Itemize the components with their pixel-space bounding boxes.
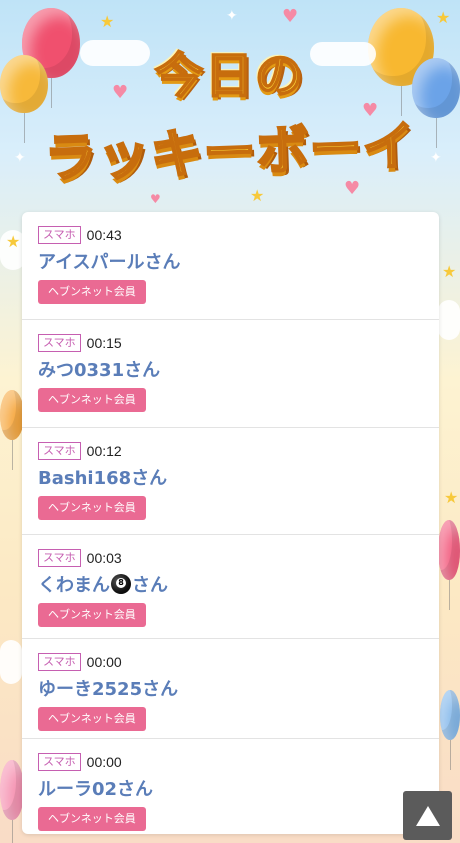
scroll-to-top-button[interactable]: [403, 791, 452, 840]
entry-meta: スマホ 00:12: [38, 440, 423, 462]
user-name-link[interactable]: みつ0331さん: [38, 358, 423, 384]
list-item: スマホ 00:03 くわまん さん ヘブンネット会員: [22, 535, 439, 639]
member-badge: ヘブンネット会員: [38, 807, 146, 831]
member-badge: ヘブンネット会員: [38, 707, 146, 731]
pink-balloon: [438, 520, 460, 610]
entry-meta: スマホ 00:03: [38, 547, 423, 569]
entry-meta: スマホ 00:00: [38, 751, 423, 773]
member-badge: ヘブンネット会員: [38, 603, 146, 627]
device-badge: スマホ: [38, 549, 81, 567]
entry-meta: スマホ 00:00: [38, 651, 423, 673]
star-icon: ★: [436, 8, 451, 27]
device-badge: スマホ: [38, 753, 81, 771]
user-name-link[interactable]: ルーラ02さん: [38, 777, 423, 803]
entry-time: 00:00: [86, 654, 122, 670]
page-title: 今日の ラッキーボーイ: [0, 30, 460, 210]
heart-icon: ♥: [282, 6, 299, 27]
entry-time: 00:00: [86, 754, 122, 770]
cloud: [438, 300, 460, 340]
star-icon: ★: [444, 488, 459, 507]
star-icon: ★: [6, 232, 21, 251]
member-badge: ヘブンネット会員: [38, 496, 146, 520]
up-triangle-icon: [415, 805, 440, 826]
device-badge: スマホ: [38, 226, 81, 244]
title-line-2: ラッキーボーイ: [42, 115, 417, 190]
entry-time: 00:43: [86, 227, 122, 243]
member-badge: ヘブンネット会員: [38, 280, 146, 304]
list-item: スマホ 00:00 ルーラ02さん ヘブンネット会員: [22, 739, 439, 834]
lucky-boy-list: スマホ 00:43 アイスパールさん ヘブンネット会員 スマホ 00:15 みつ…: [22, 212, 439, 834]
blue-balloon: [440, 690, 460, 770]
cloud: [0, 640, 22, 684]
billiard-ball-icon: [111, 574, 131, 594]
title-line-1: 今日の: [154, 47, 305, 105]
star-icon: ★: [442, 262, 457, 281]
member-badge: ヘブンネット会員: [38, 388, 146, 412]
device-badge: スマホ: [38, 442, 81, 460]
user-name-link[interactable]: くわまん さん: [38, 573, 423, 599]
sparkle-icon: ✦: [226, 8, 238, 24]
list-item: スマホ 00:00 ゆーき2525さん ヘブンネット会員: [22, 639, 439, 739]
pink-balloon: [0, 390, 24, 470]
user-name-suffix: さん: [132, 575, 168, 596]
user-name-link[interactable]: アイスパールさん: [38, 250, 423, 276]
user-name-prefix: くわまん: [38, 575, 110, 596]
entry-time: 00:15: [86, 335, 122, 351]
entry-time: 00:03: [86, 550, 122, 566]
list-item: スマホ 00:43 アイスパールさん ヘブンネット会員: [22, 212, 439, 320]
entry-time: 00:12: [86, 443, 122, 459]
star-icon: ★: [100, 12, 115, 31]
user-name-link[interactable]: Bashi168さん: [38, 466, 423, 492]
device-badge: スマホ: [38, 334, 81, 352]
device-badge: スマホ: [38, 653, 81, 671]
pink-balloon: [0, 760, 24, 843]
list-item: スマホ 00:15 みつ0331さん ヘブンネット会員: [22, 320, 439, 428]
user-name-link[interactable]: ゆーき2525さん: [38, 677, 423, 703]
entry-meta: スマホ 00:15: [38, 332, 423, 354]
entry-meta: スマホ 00:43: [38, 224, 423, 246]
list-item: スマホ 00:12 Bashi168さん ヘブンネット会員: [22, 428, 439, 535]
